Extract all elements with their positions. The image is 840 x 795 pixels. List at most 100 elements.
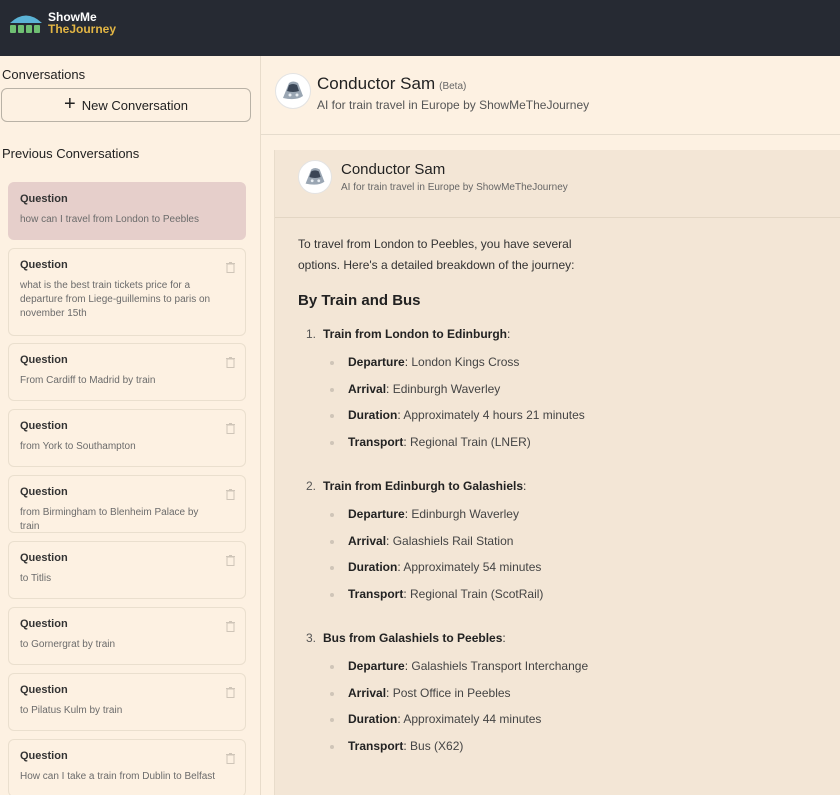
detail-value: Regional Train (LNER) <box>410 434 531 449</box>
message-author: Conductor Sam <box>341 161 446 178</box>
trash-icon[interactable] <box>226 621 235 632</box>
step-details: Departure: Edinburgh Waverley Arrival: G… <box>298 507 818 613</box>
assistant-header: Conductor Sam (Beta) AI for train travel … <box>261 56 840 135</box>
detail-value: Galashiels Rail Station <box>392 533 514 548</box>
detail-item: Duration: Approximately 4 hours 21 minut… <box>298 408 818 435</box>
conversation-label: Question <box>20 193 68 205</box>
conversation-item[interactable]: Question From Cardiff to Madrid by train <box>8 343 246 401</box>
detail-item: Departure: Edinburgh Waverley <box>298 507 818 534</box>
step-details: Departure: Galashiels Transport Intercha… <box>298 659 818 765</box>
detail-value: Approximately 54 minutes <box>403 560 542 574</box>
avatar <box>298 160 332 194</box>
journey-step: 3. Bus from Galashiels to Peebles: Depar… <box>298 631 818 765</box>
new-conversation-button[interactable]: + New Conversation <box>1 88 251 122</box>
detail-key: Departure <box>348 659 405 673</box>
detail-value: Approximately 4 hours 21 minutes <box>403 408 585 422</box>
trash-icon[interactable] <box>226 489 235 500</box>
trash-icon[interactable] <box>226 423 235 434</box>
step-number: 3. <box>306 631 317 645</box>
avatar <box>275 73 311 109</box>
detail-key: Arrival <box>348 533 387 548</box>
message-intro: To travel from London to Peebles, you ha… <box>298 237 575 272</box>
journey-step: 1. Train from London to Edinburgh: Depar… <box>298 327 818 461</box>
plus-icon: + <box>64 93 76 115</box>
message-body: To travel from London to Peebles, you ha… <box>298 234 818 765</box>
brand-line-2: TheJourney <box>48 22 117 36</box>
conversation-item[interactable]: Question what is the best train tickets … <box>8 248 246 336</box>
step-details: Departure: London Kings Cross Arrival: E… <box>298 355 818 461</box>
conversation-item[interactable]: Question from York to Southampton <box>8 409 246 467</box>
main-panel: Conductor Sam (Beta) AI for train travel … <box>261 56 840 795</box>
detail-key: Duration <box>348 408 398 422</box>
conversation-text: to Gornergrat by train <box>20 639 116 650</box>
conversation-label: Question <box>20 486 68 498</box>
detail-value: Post Office in Peebles <box>392 685 511 700</box>
conversation-text: to Titlis <box>20 573 52 584</box>
detail-value: Approximately 44 minutes <box>403 712 542 726</box>
detail-value: Regional Train (ScotRail) <box>410 586 544 601</box>
conversation-text: from York to Southampton <box>20 441 136 452</box>
detail-key: Departure <box>348 507 405 521</box>
conversation-label: Question <box>20 684 68 696</box>
detail-value: London Kings Cross <box>411 355 520 369</box>
trash-icon[interactable] <box>226 687 235 698</box>
step-title: Train from Edinburgh to Galashiels <box>323 479 524 493</box>
detail-value: Bus (X62) <box>410 738 464 753</box>
conversation-label: Question <box>20 618 68 630</box>
conversation-item[interactable]: Question to Gornergrat by train <box>8 607 246 665</box>
conversation-text: from Birmingham to Blenheim Palace by tr… <box>20 507 199 532</box>
conversation-item[interactable]: Question to Pilatus Kulm by train <box>8 673 246 731</box>
detail-key: Duration <box>348 560 398 574</box>
conversation-item[interactable]: Question How can I take a train from Dub… <box>8 739 246 795</box>
detail-key: Transport <box>348 434 404 449</box>
conversation-label: Question <box>20 259 68 271</box>
train-icon <box>283 81 303 100</box>
trash-icon[interactable] <box>226 753 235 764</box>
detail-value: Edinburgh Waverley <box>411 507 519 521</box>
detail-item: Arrival: Edinburgh Waverley <box>298 382 818 409</box>
trash-icon[interactable] <box>226 262 235 273</box>
conversation-item[interactable]: Question how can I travel from London to… <box>8 182 246 240</box>
detail-key: Departure <box>348 355 405 369</box>
train-icon <box>305 168 325 185</box>
detail-key: Transport <box>348 586 404 601</box>
assistant-name-text: Conductor Sam <box>317 74 436 93</box>
conversation-text: to Pilatus Kulm by train <box>20 705 123 716</box>
top-bar: ShowMe TheJourney <box>0 0 840 56</box>
conversation-text: how can I travel from London to Peebles <box>20 214 199 225</box>
conversation-item[interactable]: Question from Birmingham to Blenheim Pal… <box>8 475 246 533</box>
logo-icon[interactable] <box>8 10 44 36</box>
brand-name[interactable]: ShowMe TheJourney <box>48 11 116 35</box>
conversation-text: From Cardiff to Madrid by train <box>20 375 156 386</box>
detail-item: Transport: Regional Train (ScotRail) <box>298 587 818 614</box>
step-title: Train from London to Edinburgh <box>323 327 507 341</box>
conversation-label: Question <box>20 420 68 432</box>
conversation-label: Question <box>20 750 68 762</box>
trash-icon[interactable] <box>226 357 235 368</box>
conversation-label: Question <box>20 552 68 564</box>
step-title: Bus from Galashiels to Peebles <box>323 631 503 645</box>
detail-item: Departure: London Kings Cross <box>298 355 818 382</box>
trash-icon[interactable] <box>226 555 235 566</box>
detail-key: Duration <box>348 712 398 726</box>
detail-item: Transport: Bus (X62) <box>298 739 818 766</box>
assistant-name: Conductor Sam (Beta) <box>317 74 466 94</box>
detail-key: Arrival <box>348 685 387 700</box>
detail-value: Galashiels Transport Interchange <box>411 659 589 673</box>
journey-step: 2. Train from Edinburgh to Galashiels: D… <box>298 479 818 613</box>
detail-item: Arrival: Galashiels Rail Station <box>298 534 818 561</box>
step-number: 1. <box>306 327 317 341</box>
detail-item: Duration: Approximately 44 minutes <box>298 712 818 739</box>
assistant-subtitle: AI for train travel in Europe by ShowMeT… <box>317 98 590 112</box>
previous-conversations-heading: Previous Conversations <box>2 146 140 161</box>
detail-item: Departure: Galashiels Transport Intercha… <box>298 659 818 686</box>
message-author-subtitle: AI for train travel in Europe by ShowMeT… <box>341 182 568 193</box>
section-heading: By Train and Bus <box>298 292 421 309</box>
message-header: Conductor Sam AI for train travel in Eur… <box>275 150 840 218</box>
new-conversation-label: New Conversation <box>81 97 188 113</box>
detail-value: Edinburgh Waverley <box>392 381 501 396</box>
conversation-item[interactable]: Question to Titlis <box>8 541 246 599</box>
conversation-text: what is the best train tickets price for… <box>20 280 211 319</box>
detail-item: Arrival: Post Office in Peebles <box>298 686 818 713</box>
step-number: 2. <box>306 479 317 493</box>
